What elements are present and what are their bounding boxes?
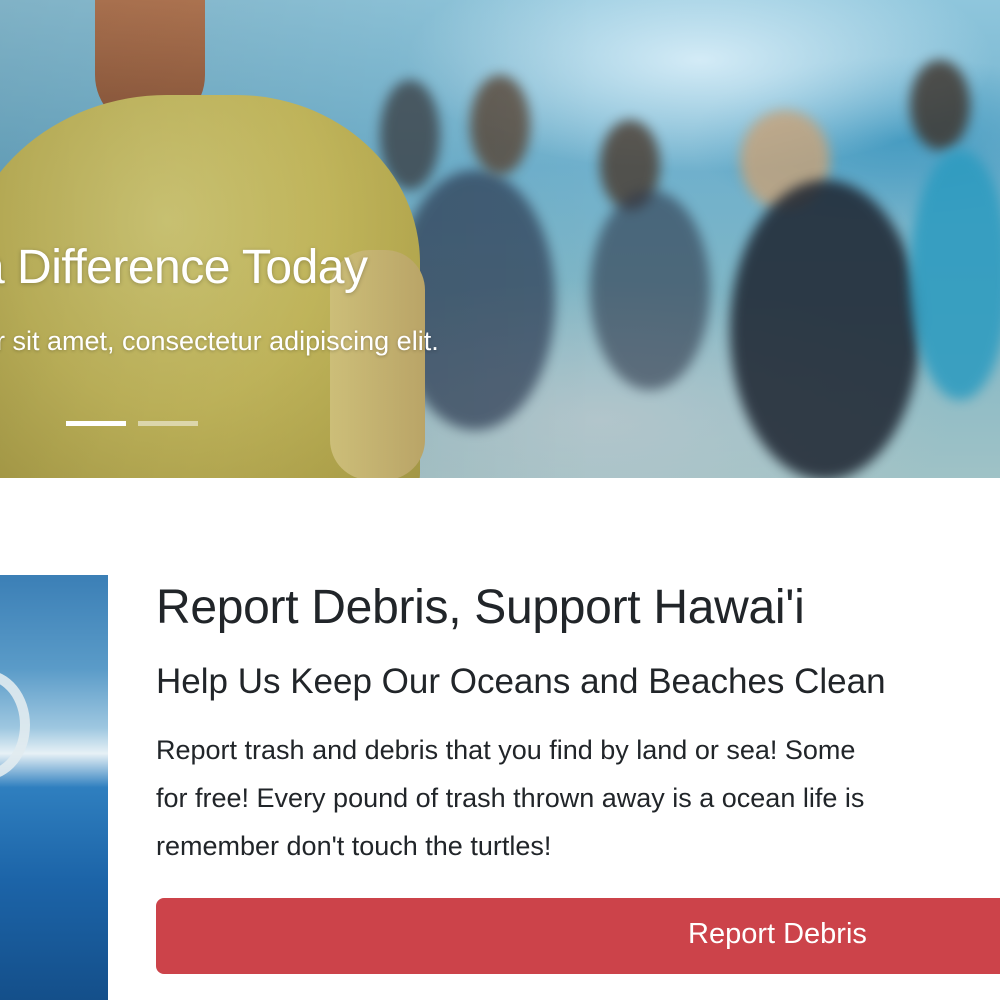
report-debris-button[interactable]: Report Debris (156, 898, 1000, 974)
hero-caption-text: r sit amet, consectetur adipiscing elit. (0, 326, 439, 356)
life-ring-shape (0, 670, 30, 780)
description-line: for free! Every pound of trash thrown aw… (156, 783, 865, 813)
report-debris-button-label: Report Debris (688, 918, 867, 950)
carousel-indicators (66, 421, 198, 426)
carousel-indicator-1[interactable] (66, 421, 126, 426)
hero-carousel: a Difference Today r sit amet, consectet… (0, 0, 1000, 478)
hero-caption-title: a Difference Today (0, 241, 368, 294)
section-description: Report trash and debris that you find by… (156, 726, 1000, 870)
description-line: Report trash and debris that you find by… (156, 735, 856, 765)
section-title: Report Debris, Support Hawai'i (156, 581, 805, 634)
description-line: remember don't touch the turtles! (156, 831, 552, 861)
ocean-image (0, 575, 108, 1000)
section-subtitle: Help Us Keep Our Oceans and Beaches Clea… (156, 662, 886, 701)
carousel-indicator-2[interactable] (138, 421, 198, 426)
